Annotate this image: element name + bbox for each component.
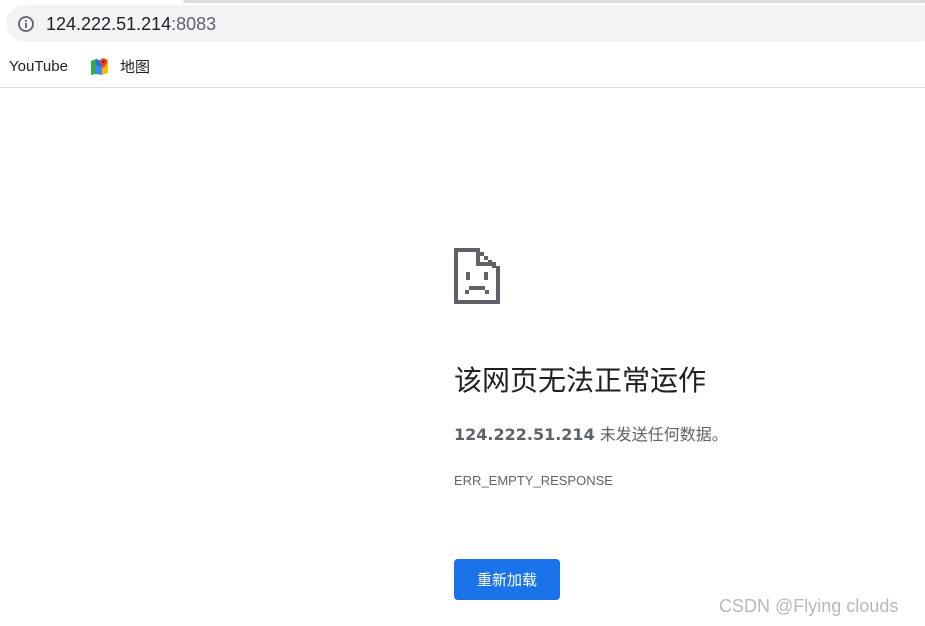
error-title: 该网页无法正常运作	[454, 364, 707, 397]
bookmark-label: 地图	[120, 59, 151, 76]
error-message: 未发送任何数据。	[594, 425, 728, 444]
address-bar-area: 124.222.51.214:8083	[0, 0, 925, 46]
bookmark-maps[interactable]: 地图	[90, 46, 150, 87]
google-maps-icon	[91, 58, 108, 75]
csdn-watermark: CSDN @Flying clouds	[719, 596, 899, 616]
bookmark-label: YouTube	[9, 58, 68, 75]
info-icon[interactable]	[17, 15, 35, 33]
error-host: 124.222.51.214	[454, 425, 595, 444]
reload-button[interactable]: 重新加载	[454, 559, 560, 600]
url-host: 124.222.51.214	[46, 14, 172, 34]
bookmark-youtube[interactable]: YouTube	[9, 46, 68, 87]
error-code[interactable]: ERR_EMPTY_RESPONSE	[454, 472, 613, 490]
error-description: 124.222.51.214 未发送任何数据。	[454, 423, 728, 447]
url-text[interactable]: 124.222.51.214:8083	[46, 12, 216, 36]
bookmarks-bar: YouTube 地图	[0, 46, 925, 88]
url-port: :8083	[171, 14, 217, 34]
tab-strip-edge	[183, 0, 925, 3]
sad-file-icon	[454, 248, 500, 304]
